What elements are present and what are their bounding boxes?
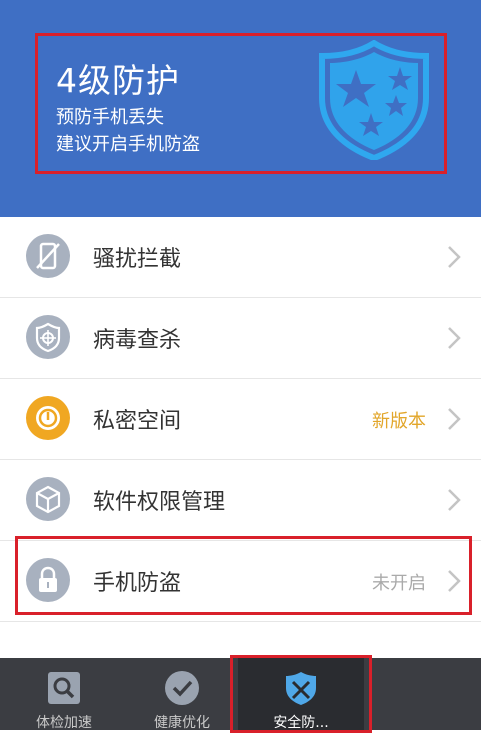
tab-label: 健康优化 xyxy=(154,715,210,731)
security-shield-icon xyxy=(319,40,429,160)
protection-header: 4级防护 预防手机丢失 建议开启手机防盗 xyxy=(0,0,481,217)
permission-cube-icon xyxy=(26,477,70,521)
new-version-badge: 新版本 xyxy=(372,411,426,432)
tab-checkup-speedup[interactable]: 体检加速 xyxy=(16,658,112,731)
virus-scan-shield-icon xyxy=(26,315,70,359)
bottom-tab-bar: 体检加速 健康优化 安全防... xyxy=(0,655,481,733)
check-icon xyxy=(165,671,199,705)
menu-item-label: 软件权限管理 xyxy=(93,490,226,515)
protection-subtitle-1: 预防手机丢失 xyxy=(56,107,164,128)
tab-label: 体检加速 xyxy=(36,715,92,731)
menu-item-label: 骚扰拦截 xyxy=(93,247,182,272)
chevron-right-icon xyxy=(448,408,461,430)
menu-item-private-space[interactable]: 私密空间 新版本 xyxy=(0,379,481,460)
protection-level-title: 4级防护 xyxy=(56,61,180,100)
menu-item-app-permissions[interactable]: 软件权限管理 xyxy=(0,460,481,541)
protection-subtitle-2: 建议开启手机防盗 xyxy=(56,134,200,155)
anti-theft-highlight-frame xyxy=(15,536,472,615)
chevron-right-icon xyxy=(448,327,461,349)
security-tab-highlight-frame xyxy=(230,655,372,733)
menu-item-harassment-block[interactable]: 骚扰拦截 xyxy=(0,217,481,298)
menu-item-label: 私密空间 xyxy=(93,409,182,434)
chevron-right-icon xyxy=(448,246,461,268)
private-space-icon xyxy=(26,396,70,440)
chevron-right-icon xyxy=(448,489,461,511)
menu-item-virus-scan[interactable]: 病毒查杀 xyxy=(0,298,481,379)
phone-block-icon xyxy=(26,234,70,278)
search-icon xyxy=(48,672,80,704)
security-menu-list: 骚扰拦截 病毒查杀 私密空间 新版本 软件权限管理 手机防盗 未开启 xyxy=(0,217,481,622)
tab-health-optimize[interactable]: 健康优化 xyxy=(134,658,230,731)
menu-item-label: 病毒查杀 xyxy=(93,328,182,353)
